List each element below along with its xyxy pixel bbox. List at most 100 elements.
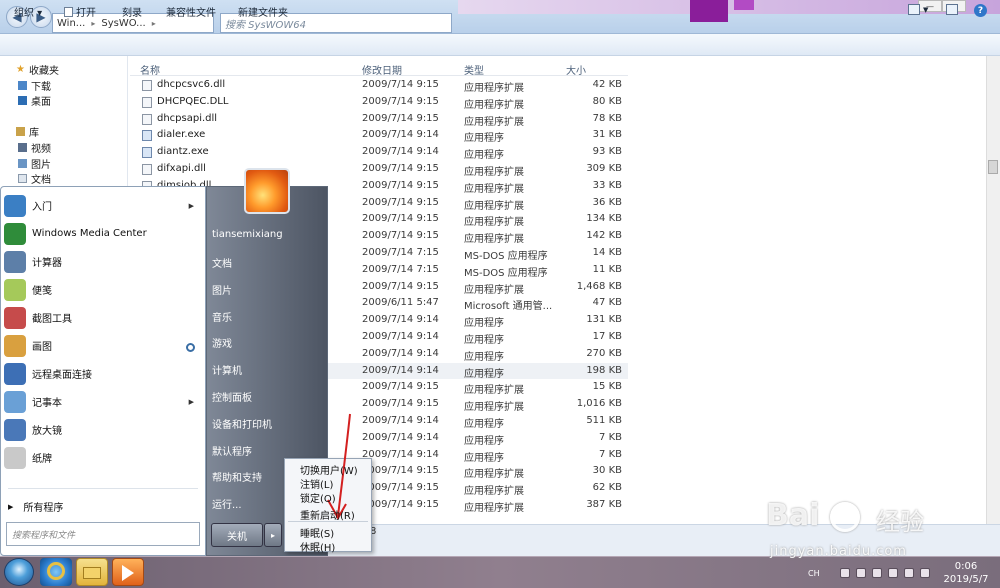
column-header-size[interactable]: 大小 <box>566 62 586 77</box>
file-size: 387 KB <box>586 499 622 510</box>
open-button[interactable]: 打开 <box>64 4 96 19</box>
file-date: 2009/7/14 9:14 <box>362 364 439 376</box>
file-row[interactable]: dhcpcsvc6.dll 2009/7/14 9:15 应用程序扩展 42 KB <box>130 77 628 94</box>
file-name: DHCPQEC.DLL <box>157 95 229 107</box>
nav-pictures[interactable]: 图片 <box>18 156 51 171</box>
file-row[interactable]: difxapi.dll 2009/7/14 9:15 应用程序扩展 309 KB <box>130 161 628 178</box>
nav-downloads[interactable]: 下载 <box>18 78 51 93</box>
file-size: 270 KB <box>586 347 622 359</box>
help-tray-icon[interactable] <box>840 568 850 578</box>
start-menu-place[interactable]: 音乐 <box>212 309 326 324</box>
start-menu-program[interactable]: 画图 <box>4 332 202 359</box>
power-menu-item[interactable]: 重新启动(R) <box>300 507 355 522</box>
start-menu-program[interactable]: 远程桌面连接 <box>4 360 202 387</box>
start-menu-program[interactable]: 纸牌 <box>4 444 202 471</box>
start-menu-place[interactable]: 文档 <box>212 255 326 270</box>
power-menu-item[interactable]: 睡眠(S) <box>300 525 334 540</box>
start-menu-program[interactable]: Windows Media Center <box>4 220 202 247</box>
column-header-name[interactable]: 名称 <box>140 62 160 77</box>
file-date: 2009/7/14 9:15 <box>362 482 439 494</box>
file-size: 36 KB <box>592 196 622 208</box>
internet-explorer-taskbar-button[interactable] <box>40 558 72 586</box>
start-menu-place[interactable]: 默认程序 <box>212 443 326 458</box>
star-icon: ★ <box>16 64 25 75</box>
user-name[interactable]: tiansemixiang <box>212 229 326 240</box>
file-size: 1,468 KB <box>576 280 622 292</box>
start-menu-place[interactable]: 计算机 <box>212 362 326 377</box>
start-menu-program[interactable]: 入门 ▶ <box>4 192 202 219</box>
start-menu-place[interactable]: 控制面板 <box>212 389 326 404</box>
start-menu-place[interactable]: 设备和打印机 <box>212 416 326 431</box>
start-menu-place[interactable]: 游戏 <box>212 335 326 350</box>
program-label: 画图 <box>32 342 52 353</box>
compat-files-button[interactable]: 兼容性文件 <box>166 4 216 19</box>
nav-favorites[interactable]: ★ 收藏夹 <box>16 62 59 77</box>
program-icon <box>4 334 26 357</box>
power-menu-item[interactable]: 锁定(O) <box>300 490 336 505</box>
burn-button[interactable]: 刻录 <box>122 4 142 19</box>
vertical-scrollbar[interactable] <box>986 56 1000 524</box>
power-menu-item[interactable]: 注销(L) <box>300 476 333 491</box>
power-tray-icon[interactable] <box>920 568 930 578</box>
user-avatar[interactable] <box>244 168 290 214</box>
nav-documents[interactable]: 文档 <box>18 171 51 186</box>
start-search-input[interactable]: 搜索程序和文件 <box>6 522 200 546</box>
column-header-date[interactable]: 修改日期 <box>362 62 402 77</box>
file-explorer-taskbar-button[interactable] <box>76 558 108 586</box>
file-row[interactable]: dhcpsapi.dll 2009/7/14 9:15 应用程序扩展 78 KB <box>130 111 628 128</box>
file-date: 2009/7/14 9:14 <box>362 314 439 326</box>
preview-pane-button[interactable] <box>946 4 958 15</box>
file-date: 2009/7/14 9:14 <box>362 331 439 342</box>
file-date: 2009/7/14 9:15 <box>362 196 439 208</box>
clock-date[interactable]: 2019/5/7 <box>940 574 992 585</box>
start-menu-program[interactable]: 放大镜 <box>4 416 202 443</box>
file-row[interactable]: DHCPQEC.DLL 2009/7/14 9:15 应用程序扩展 80 KB <box>130 94 628 111</box>
open-label: 打开 <box>76 8 96 19</box>
file-size: 15 KB <box>592 381 622 393</box>
breadcrumb-windows[interactable]: Win... <box>57 18 85 29</box>
baidu-watermark: Bai 经验 jingyan.baidu.com <box>750 498 990 568</box>
document-icon <box>18 174 27 183</box>
breadcrumb-syswow64[interactable]: SysWO... <box>101 18 145 29</box>
picture-icon <box>18 159 27 168</box>
file-row[interactable]: diantz.exe 2009/7/14 9:14 应用程序 93 KB <box>130 144 628 161</box>
file-size: 42 KB <box>592 79 622 90</box>
start-button[interactable] <box>4 558 34 586</box>
start-menu-place[interactable]: 图片 <box>212 282 326 297</box>
file-size: 11 KB <box>592 263 622 275</box>
flag-tray-icon[interactable] <box>856 568 866 578</box>
start-menu-program[interactable]: 计算器 <box>4 248 202 275</box>
program-label: 截图工具 <box>32 314 72 325</box>
nav-videos[interactable]: 视频 <box>18 140 51 155</box>
dll-file-icon <box>142 80 152 91</box>
nav-desktop[interactable]: 桌面 <box>18 93 51 108</box>
organize-button[interactable]: 组织 ▾ <box>14 4 42 19</box>
volume-tray-icon[interactable] <box>904 568 914 578</box>
file-type: 应用程序扩展 <box>464 116 524 128</box>
column-header-type[interactable]: 类型 <box>464 62 484 77</box>
file-row[interactable]: dialer.exe 2009/7/14 9:14 应用程序 31 KB <box>130 127 628 144</box>
play-icon <box>122 565 134 581</box>
new-folder-button[interactable]: 新建文件夹 <box>238 4 288 19</box>
network-tray-icon[interactable] <box>872 568 882 578</box>
start-menu-program[interactable]: 截图工具 <box>4 304 202 331</box>
input-language-indicator[interactable]: CH <box>808 569 820 578</box>
all-programs-button[interactable]: ▶ 所有程序 <box>8 499 63 515</box>
start-menu-program[interactable]: 记事本 ▶ <box>4 388 202 415</box>
power-menu-item[interactable]: 休眠(H) <box>300 539 335 554</box>
nav-libraries[interactable]: 库 <box>16 124 39 139</box>
start-menu-program[interactable]: 便笺 <box>4 276 202 303</box>
power-menu-item[interactable]: 切换用户(W) <box>300 462 358 477</box>
shutdown-options-button[interactable]: ▸ <box>264 523 282 547</box>
download-folder-icon <box>18 81 27 90</box>
help-button[interactable]: ? <box>974 4 987 17</box>
media-player-taskbar-button[interactable] <box>112 558 144 586</box>
video-icon <box>18 143 27 152</box>
nav-desktop-label: 桌面 <box>31 97 51 108</box>
view-options-button[interactable]: ▼ <box>908 4 928 15</box>
scrollbar-thumb[interactable] <box>988 160 998 174</box>
shutdown-button[interactable]: 关机 <box>211 523 263 547</box>
tray-app-icon[interactable] <box>888 568 898 578</box>
nav-pictures-label: 图片 <box>31 160 51 171</box>
file-date: 2009/7/14 7:15 <box>362 247 439 258</box>
